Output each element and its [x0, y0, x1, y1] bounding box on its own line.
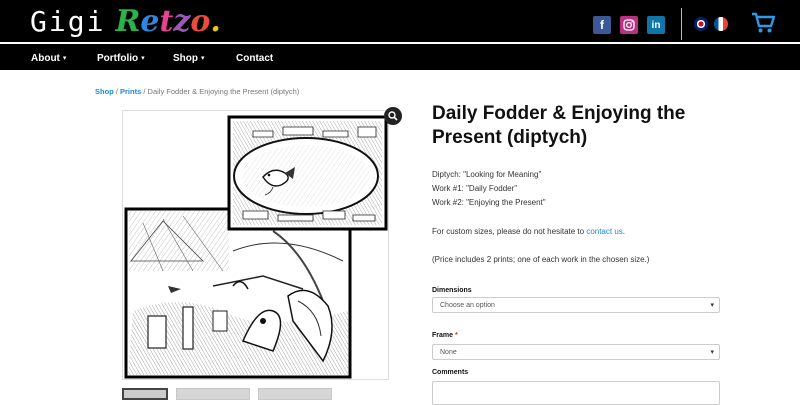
required-marker: *	[454, 332, 458, 339]
shopping-cart-icon[interactable]	[751, 12, 776, 34]
breadcrumb-prints[interactable]: Prints	[120, 87, 141, 96]
work-2-line: Work #2: "Enjoying the Present"	[432, 198, 546, 207]
dimensions-label: Dimensions	[432, 287, 472, 294]
chevron-down-icon: ▾	[62, 55, 67, 62]
logo-letter: o	[190, 4, 211, 39]
custom-sizes-note: For custom sizes, please do not hesitate…	[432, 227, 626, 236]
thumbnail-2[interactable]	[176, 388, 250, 400]
price-note: (Price includes 2 prints; one of each wo…	[432, 255, 650, 264]
instagram-icon[interactable]	[620, 16, 638, 34]
chevron-down-icon: ▾	[710, 302, 714, 309]
contact-us-link[interactable]: contact us	[586, 227, 622, 236]
main-nav: About ▾ Portfolio ▾ Shop ▾ Contact	[0, 42, 800, 70]
header-divider	[681, 8, 682, 40]
comments-textarea[interactable]	[432, 381, 720, 405]
logo-last-name: Retzo.	[115, 4, 220, 39]
product-title: Daily Fodder & Enjoying the Present (dip…	[432, 103, 686, 148]
thumbnail-3[interactable]	[258, 388, 332, 400]
frame-select[interactable]: None ▾	[432, 344, 720, 360]
thumbnail-1[interactable]	[122, 388, 168, 400]
diptych-line: Diptych: "Looking for Meaning"	[432, 170, 542, 179]
breadcrumb: Shop / Prints / Daily Fodder & Enjoying …	[95, 87, 300, 96]
chevron-down-icon: ▾	[201, 55, 205, 62]
facebook-icon[interactable]: f	[593, 16, 611, 34]
breadcrumb-shop[interactable]: Shop	[95, 87, 114, 96]
nav-about[interactable]: About ▾	[31, 53, 66, 64]
frame-label: Frame *	[432, 332, 458, 339]
language-switcher	[694, 17, 728, 31]
comments-label: Comments	[432, 369, 469, 376]
zoom-button[interactable]	[384, 107, 402, 125]
site-logo[interactable]: Gigi Retzo.	[30, 4, 221, 39]
nav-shop[interactable]: Shop ▾	[173, 53, 205, 64]
logo-letter: R	[115, 4, 141, 39]
uk-flag-icon[interactable]	[694, 17, 708, 31]
france-flag-icon[interactable]	[714, 17, 728, 31]
thumbnail-strip	[122, 388, 332, 400]
product-main-image[interactable]	[122, 110, 389, 380]
nav-contact[interactable]: Contact	[236, 53, 273, 64]
dimensions-select[interactable]: Choose an option ▾	[432, 297, 720, 313]
logo-letter: z	[173, 4, 191, 39]
magnifier-icon	[388, 111, 398, 121]
logo-letter: e	[140, 4, 160, 39]
nav-portfolio[interactable]: Portfolio ▾	[97, 53, 145, 64]
chevron-down-icon: ▾	[141, 55, 145, 62]
work-1-line: Work #1: "Daily Fodder"	[432, 184, 518, 193]
breadcrumb-current: Daily Fodder & Enjoying the Present (dip…	[147, 87, 300, 96]
logo-letter: .	[210, 4, 221, 39]
chevron-down-icon: ▾	[710, 349, 714, 356]
logo-letter: t	[159, 4, 174, 39]
social-links: f in	[593, 16, 665, 34]
logo-first-name: Gigi	[30, 5, 106, 38]
linkedin-icon[interactable]: in	[647, 16, 665, 34]
site-header: Gigi Retzo. f in	[0, 0, 800, 42]
